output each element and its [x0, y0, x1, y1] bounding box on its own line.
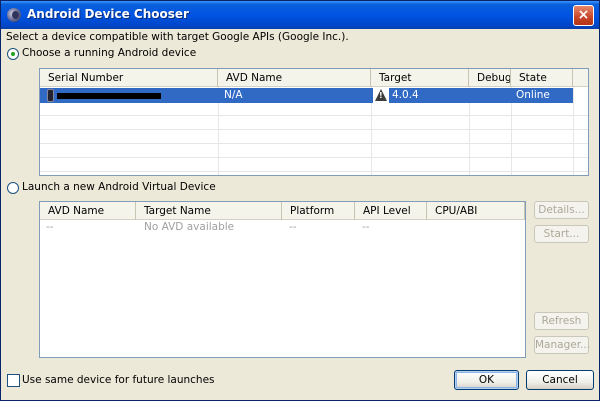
column-target-name[interactable]: Target Name: [136, 202, 282, 220]
column-avd-name[interactable]: AVD Name: [218, 69, 371, 87]
launch-avd-label[interactable]: Launch a new Android Virtual Device: [22, 181, 216, 193]
choose-running-label[interactable]: Choose a running Android device: [22, 47, 196, 59]
column-debug[interactable]: Debug: [469, 69, 511, 87]
choose-running-radio[interactable]: [7, 48, 19, 60]
launch-avd-radio[interactable]: [7, 182, 19, 194]
close-icon: ×: [577, 7, 590, 23]
device-target-cell: 4.0.4: [373, 88, 469, 103]
column-platform[interactable]: Platform: [282, 202, 355, 220]
manager-button[interactable]: Manager...: [534, 336, 590, 354]
avd-row-name: --: [46, 221, 54, 233]
close-button[interactable]: ×: [573, 5, 594, 26]
device-row[interactable]: N/A 4.0.4 Online: [40, 88, 573, 103]
same-device-checkbox[interactable]: [7, 374, 20, 387]
avd-row-api-level: --: [362, 221, 370, 233]
column-api-level[interactable]: API Level: [355, 202, 427, 220]
android-device-chooser-dialog: Android Device Chooser × Select a device…: [0, 0, 600, 401]
device-target: 4.0.4: [389, 88, 469, 103]
same-device-label[interactable]: Use same device for future launches: [22, 374, 215, 386]
eclipse-icon: [7, 8, 21, 22]
ok-button[interactable]: OK: [454, 370, 519, 390]
avd-row-platform: --: [289, 221, 297, 233]
details-button[interactable]: Details...: [534, 201, 589, 219]
device-state: Online: [516, 89, 550, 101]
title-bar[interactable]: Android Device Chooser ×: [1, 1, 599, 29]
redacted-serial-number: [57, 93, 161, 99]
prompt-text: Select a device compatible with target G…: [6, 31, 349, 43]
device-debug: [474, 88, 508, 103]
running-table-header: Serial Number AVD Name Target Debug Stat…: [40, 69, 588, 87]
avd-table[interactable]: AVD Name Target Name Platform API Level …: [39, 201, 526, 358]
start-button[interactable]: Start...: [534, 225, 589, 243]
column-target[interactable]: Target: [371, 69, 469, 87]
running-devices-table[interactable]: Serial Number AVD Name Target Debug Stat…: [39, 68, 589, 176]
column-avd-name[interactable]: AVD Name: [40, 202, 136, 220]
device-avd-name: N/A: [224, 89, 243, 101]
phone-icon: [47, 89, 54, 102]
column-serial-number[interactable]: Serial Number: [40, 69, 218, 87]
refresh-button[interactable]: Refresh: [534, 312, 589, 330]
warning-icon: [375, 89, 387, 101]
window-title: Android Device Chooser: [27, 7, 189, 21]
column-state[interactable]: State: [511, 69, 573, 87]
column-cpu-abi[interactable]: CPU/ABI: [427, 202, 525, 220]
cancel-button[interactable]: Cancel: [526, 370, 594, 390]
avd-table-header: AVD Name Target Name Platform API Level …: [40, 202, 525, 220]
avd-row-target: No AVD available: [144, 221, 235, 233]
